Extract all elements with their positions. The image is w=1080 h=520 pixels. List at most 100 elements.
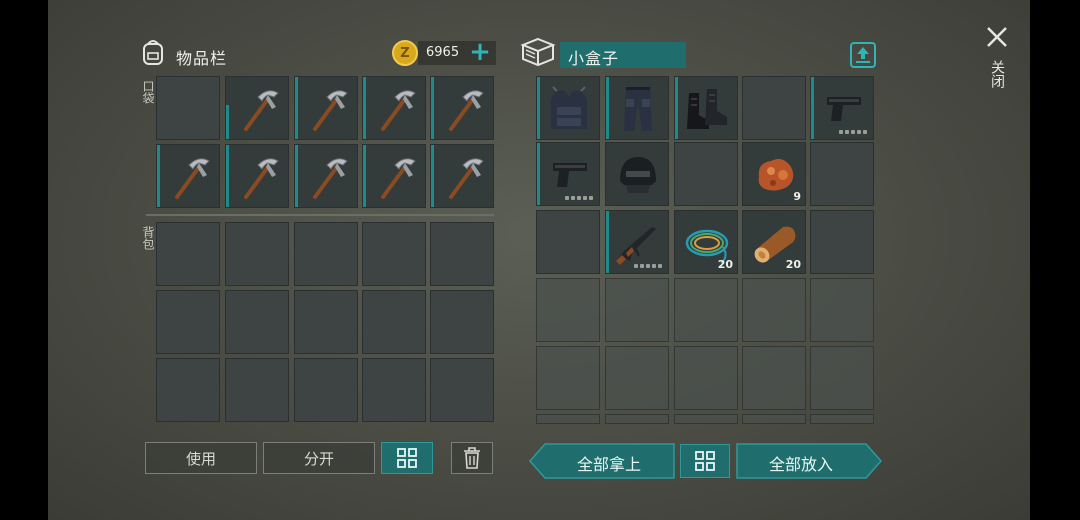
slot-marker: [431, 77, 434, 139]
pocket-slot[interactable]: [294, 76, 358, 140]
trash-button[interactable]: [451, 442, 493, 474]
backpack-slot[interactable]: [156, 358, 220, 422]
pocket-slot[interactable]: [225, 144, 289, 208]
pocket-slot[interactable]: [156, 76, 220, 140]
split-button[interactable]: 分开: [263, 442, 375, 474]
container-slot-locked[interactable]: [674, 414, 738, 424]
letterbox-right: [1030, 0, 1080, 520]
backpack-slot[interactable]: [430, 222, 494, 286]
pocket-slot[interactable]: [362, 144, 426, 208]
container-slot-locked[interactable]: [674, 278, 738, 342]
pistol-icon: [827, 97, 861, 121]
container-slot[interactable]: [605, 76, 669, 140]
container-slot-locked[interactable]: [810, 278, 874, 342]
container-slot-locked[interactable]: [674, 346, 738, 410]
durability-dot: [857, 130, 861, 134]
durability-dots: [839, 130, 867, 134]
container-slot[interactable]: [674, 142, 738, 206]
container-slot[interactable]: [810, 210, 874, 274]
container-slot[interactable]: [536, 210, 600, 274]
backpack-slot[interactable]: [362, 222, 426, 286]
backpack-slot[interactable]: [430, 290, 494, 354]
close-icon[interactable]: [986, 26, 1008, 48]
pocket-slot[interactable]: [430, 76, 494, 140]
letterbox-left: [0, 0, 48, 520]
backpack-slot[interactable]: [294, 290, 358, 354]
container-slot[interactable]: [674, 76, 738, 140]
put-all-button[interactable]: 全部放入: [740, 451, 862, 475]
pocket-slot[interactable]: [156, 144, 220, 208]
pocket-slot[interactable]: [294, 144, 358, 208]
assault-rifle-icon: [616, 227, 656, 265]
container-slot[interactable]: 9: [742, 142, 806, 206]
container-slot[interactable]: 20: [674, 210, 738, 274]
container-slot-locked[interactable]: [605, 278, 669, 342]
slot-marker: [363, 145, 366, 207]
backpack-slot[interactable]: [225, 358, 289, 422]
add-currency-button[interactable]: +: [468, 39, 492, 65]
pocket-slot[interactable]: [362, 76, 426, 140]
pocket-slot[interactable]: [225, 76, 289, 140]
item-count: 20: [785, 258, 801, 271]
container-slot-locked[interactable]: [810, 346, 874, 410]
backpack-label: 背包: [141, 226, 155, 250]
backpack-slot[interactable]: [225, 222, 289, 286]
container-slot-locked[interactable]: [810, 414, 874, 424]
slot-marker: [811, 77, 814, 139]
durability-dot: [565, 196, 569, 200]
durability-dot: [583, 196, 587, 200]
container-slot-locked[interactable]: [536, 346, 600, 410]
pickaxe-icon: [449, 158, 484, 199]
pocket-slot[interactable]: [430, 144, 494, 208]
slot-marker: [675, 77, 678, 139]
container-slot[interactable]: [536, 76, 600, 140]
pistol-icon: [553, 163, 587, 187]
durability-dot: [640, 264, 644, 268]
container-slot-locked[interactable]: [605, 414, 669, 424]
backpack-slot[interactable]: [294, 222, 358, 286]
container-slot-locked[interactable]: [536, 414, 600, 424]
upload-icon[interactable]: [850, 42, 876, 68]
helmet-icon: [620, 157, 656, 193]
container-slot-locked[interactable]: [742, 278, 806, 342]
container-slot[interactable]: 20: [742, 210, 806, 274]
container-slot[interactable]: [742, 76, 806, 140]
durability-dot: [646, 264, 650, 268]
container-slot-locked[interactable]: [605, 346, 669, 410]
backpack-slot[interactable]: [294, 358, 358, 422]
container-slot-locked[interactable]: [742, 346, 806, 410]
durability-dot: [577, 196, 581, 200]
container-slot-locked[interactable]: [742, 414, 806, 424]
container-slot[interactable]: [605, 210, 669, 274]
close-label[interactable]: 关闭: [989, 60, 1005, 88]
durability-dot: [658, 264, 662, 268]
container-slot[interactable]: [536, 142, 600, 206]
backpack-slot[interactable]: [362, 290, 426, 354]
container-slot[interactable]: [810, 76, 874, 140]
backpack-slot[interactable]: [156, 290, 220, 354]
slot-marker: [226, 104, 229, 139]
backpack-slot[interactable]: [225, 290, 289, 354]
currency-value: 6965: [426, 45, 460, 60]
section-divider: [146, 214, 494, 216]
pickaxe-icon: [381, 158, 416, 199]
slot-marker: [295, 77, 298, 139]
container-slot[interactable]: [605, 142, 669, 206]
use-button[interactable]: 使用: [145, 442, 257, 474]
slot-marker: [431, 145, 434, 207]
backpack-slot[interactable]: [362, 358, 426, 422]
slot-marker: [537, 143, 540, 205]
box-icon: [520, 37, 556, 67]
backpack-slot[interactable]: [156, 222, 220, 286]
take-all-button[interactable]: 全部拿上: [548, 451, 670, 475]
slot-marker: [363, 77, 366, 139]
durability-dot: [845, 130, 849, 134]
grid-icon: [695, 451, 715, 471]
container-sort-button[interactable]: [680, 444, 730, 478]
pocket-label: 口袋: [141, 80, 155, 104]
backpack-slot[interactable]: [430, 358, 494, 422]
slot-marker: [157, 145, 160, 207]
container-slot-locked[interactable]: [536, 278, 600, 342]
sort-grid-button[interactable]: [381, 442, 433, 474]
container-slot[interactable]: [810, 142, 874, 206]
